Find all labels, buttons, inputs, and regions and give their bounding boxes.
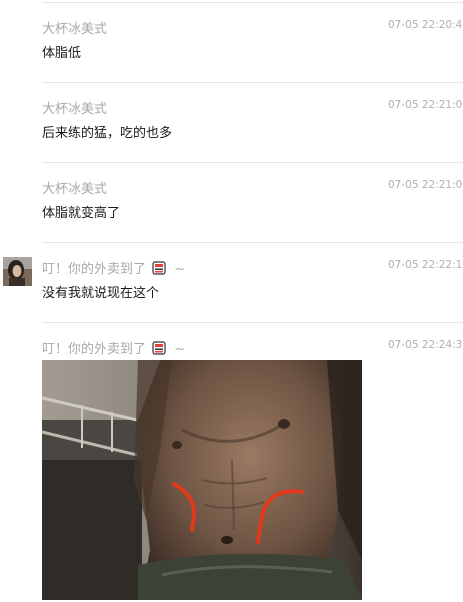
message-text: 体脂低: [42, 46, 82, 61]
message-divider: [42, 82, 463, 83]
message-timestamp: 07-05 22:20:48: [388, 19, 463, 31]
takeout-box-icon: [152, 341, 166, 355]
message-text: 体脂就变高了: [42, 206, 121, 221]
avatar[interactable]: [3, 257, 32, 286]
takeout-box-icon: [152, 261, 166, 275]
avatar-photo-icon: [3, 257, 32, 286]
sender-name-text: 叮！你的外卖到了: [42, 262, 147, 277]
message-divider: [42, 322, 463, 323]
message-timestamp: 07-05 22:21:00: [388, 99, 463, 111]
sender-name[interactable]: 大杯冰美式: [42, 18, 107, 37]
message-item: 大杯冰美式 07-05 22:21:06 体脂就变高了: [0, 160, 463, 240]
sender-name[interactable]: 叮！你的外卖到了 ~: [42, 338, 185, 357]
message-divider: [42, 242, 463, 243]
sender-name[interactable]: 叮！你的外卖到了 ~: [42, 258, 185, 277]
message-timestamp: 07-05 22:21:06: [388, 179, 463, 191]
message-timestamp: 07-05 22:24:35: [388, 339, 463, 351]
sender-name-suffix: ~: [174, 262, 186, 277]
message-text: 没有我就说现在这个: [42, 286, 160, 301]
sender-name-suffix: ~: [174, 342, 186, 357]
message-timestamp: 07-05 22:22:18: [388, 259, 463, 271]
message-item: 大杯冰美式 07-05 22:21:00 后来练的猛，吃的也多: [0, 80, 463, 160]
message-item: 叮！你的外卖到了 ~ 07-05 22:22:18 没有我就说现在这个: [0, 240, 463, 320]
image-attachment[interactable]: [42, 360, 362, 600]
torso-photo-icon: [42, 360, 362, 600]
message-divider: [42, 162, 463, 163]
message-text: 后来练的猛，吃的也多: [42, 126, 173, 141]
message-divider: [42, 2, 463, 3]
sender-name[interactable]: 大杯冰美式: [42, 98, 107, 117]
sender-name-text: 叮！你的外卖到了: [42, 342, 147, 357]
sender-name[interactable]: 大杯冰美式: [42, 178, 107, 197]
message-item: 大杯冰美式 07-05 22:20:48 体脂低: [0, 0, 463, 80]
